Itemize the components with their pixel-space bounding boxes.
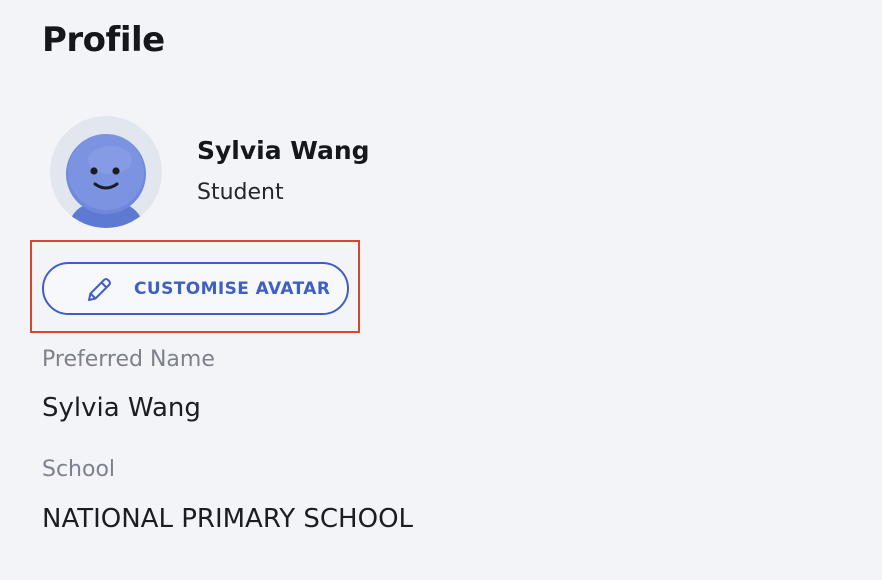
user-role: Student	[197, 180, 284, 205]
pencil-icon	[88, 278, 111, 301]
page-title: Profile	[42, 20, 165, 60]
preferred-name-label: Preferred Name	[42, 347, 215, 372]
school-label: School	[42, 457, 116, 482]
user-name: Sylvia Wang	[197, 136, 370, 165]
preferred-name-value: Sylvia Wang	[42, 393, 201, 423]
smiley-avatar-icon	[50, 116, 162, 228]
customise-avatar-label: CUSTOMISE AVATAR	[134, 279, 331, 299]
school-value: NATIONAL PRIMARY SCHOOL	[42, 504, 414, 534]
customise-avatar-button[interactable]: CUSTOMISE AVATAR	[42, 262, 349, 315]
avatar	[50, 116, 162, 228]
